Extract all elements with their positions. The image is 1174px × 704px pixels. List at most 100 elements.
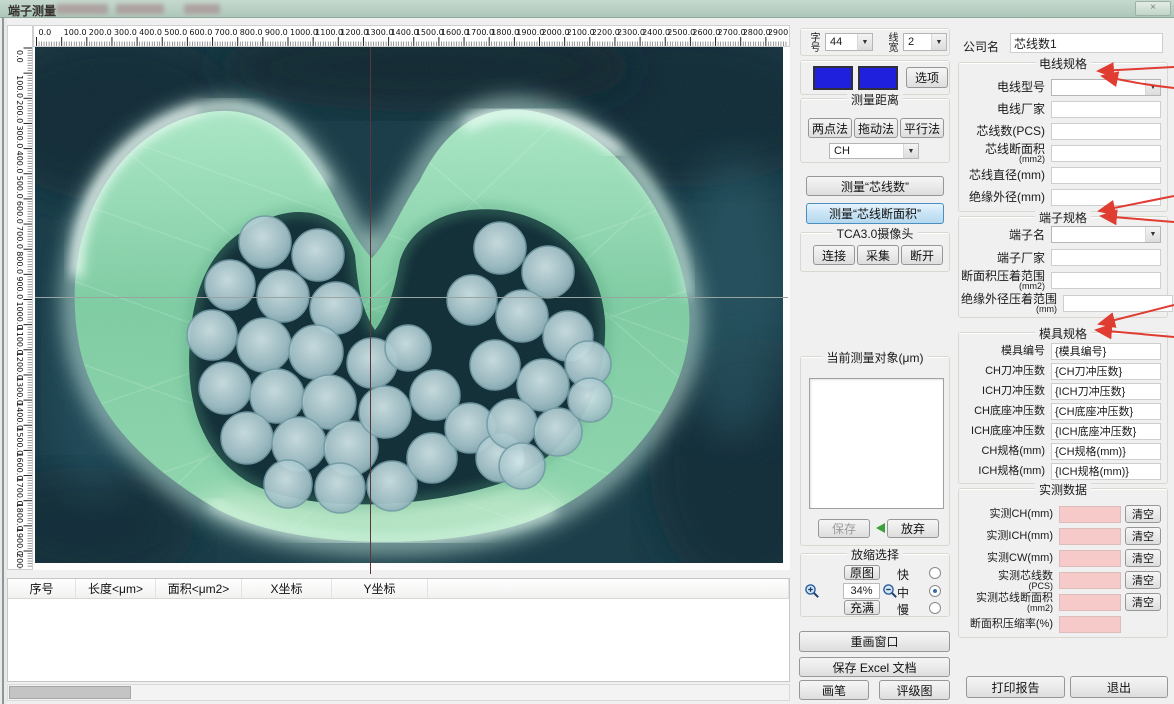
fit-window-button[interactable]: 充满 — [844, 600, 880, 615]
exit-button[interactable]: 退出 — [1070, 676, 1168, 698]
field-input[interactable] — [1051, 272, 1162, 289]
field-label: 实测芯线数 (PCS) — [998, 569, 1053, 591]
title-bar: 端子测量 × — [0, 0, 1174, 18]
measured-value-field[interactable] — [1059, 527, 1121, 545]
print-report-button[interactable]: 打印报告 — [966, 676, 1065, 698]
field-row: 断面积压缩率(%) — [961, 613, 1165, 635]
company-input[interactable]: 芯线数1 — [1010, 33, 1163, 53]
field-row: 芯线直径(mm) — [961, 164, 1165, 186]
svg-text:400.0: 400.0 — [139, 28, 162, 37]
pen-button[interactable]: 画笔 — [799, 680, 869, 700]
save-excel-button[interactable]: 保存 Excel 文档 — [799, 657, 950, 677]
text-color-swatch[interactable] — [858, 66, 898, 90]
field-label: 电线型号 — [996, 80, 1045, 94]
svg-text:1000.0: 1000.0 — [15, 302, 24, 330]
crosshair-horizontal-line — [35, 297, 788, 298]
clear-button[interactable]: 清空 — [1125, 593, 1161, 611]
measure-distance-title: 测量距离 — [846, 91, 904, 108]
current-measure-listbox[interactable] — [809, 378, 944, 509]
svg-text:1100.0: 1100.0 — [315, 28, 343, 37]
table-body[interactable] — [8, 599, 789, 681]
field-input[interactable] — [1051, 100, 1161, 118]
field-label: 实测CW(mm) — [987, 552, 1053, 564]
svg-text:1600.0: 1600.0 — [441, 28, 469, 37]
field-row: 实测CW(mm) 清空 — [961, 547, 1165, 569]
measured-value-field[interactable] — [1059, 615, 1121, 633]
microscope-image-canvas[interactable] — [33, 47, 790, 570]
field-input[interactable] — [1051, 144, 1161, 162]
field-combo[interactable]: ▼ — [1051, 226, 1161, 243]
field-input[interactable] — [1051, 166, 1161, 184]
field-input[interactable] — [1063, 295, 1174, 312]
measured-data-group: 实测数据 实测CH(mm) 清空 实测ICH(mm) 清空 实测CW(mm) 清空 实测芯线… — [958, 481, 1168, 638]
zoom-out-icon[interactable] — [882, 583, 898, 599]
line-color-swatch[interactable] — [813, 66, 853, 90]
field-input[interactable] — [1051, 122, 1161, 140]
wire-spec-title: 电线规格 — [1034, 55, 1092, 72]
camera-capture-button[interactable]: 采集 — [857, 245, 899, 265]
discard-measure-button[interactable]: 放弃 — [887, 519, 939, 538]
field-input[interactable]: {ICH刀冲压数} — [1051, 382, 1161, 400]
original-size-button[interactable]: 原图 — [844, 565, 880, 580]
field-input[interactable]: {模具编号} — [1051, 342, 1161, 360]
field-input[interactable]: {CH底座冲压数} — [1051, 402, 1161, 420]
zoom-select-group: 放缩选择 原图 快 34% 中 充满 慢 — [800, 546, 950, 617]
distance-mode-combo[interactable]: CH ▼ — [829, 143, 919, 159]
field-combo[interactable]: ▼ — [1051, 78, 1161, 96]
field-input[interactable]: {ICH底座冲压数} — [1051, 422, 1161, 440]
speed-slow-label: 慢 — [897, 603, 910, 617]
horizontal-scrollbar[interactable] — [7, 684, 790, 701]
clear-button[interactable]: 清空 — [1125, 571, 1161, 589]
font-size-combo[interactable]: 44 ▼ — [825, 33, 873, 51]
measured-value-field[interactable] — [1059, 571, 1121, 589]
svg-text:500.0: 500.0 — [164, 28, 187, 37]
save-measure-button[interactable]: 保存 — [818, 519, 870, 538]
field-row: CH规格(mm) {CH规格(mm)} — [961, 441, 1165, 461]
scrollbar-thumb[interactable] — [9, 686, 131, 699]
measure-core-area-button[interactable]: 测量“芯线断面积” — [806, 203, 944, 224]
field-input[interactable]: {CH规格(mm)} — [1051, 442, 1161, 460]
drag-method-button[interactable]: 拖动法 — [854, 118, 898, 138]
horizontal-ruler: 0.0 100.0 200.0 300.0 400.0 500.0 600.0 700.0 80… — [33, 25, 790, 47]
close-button[interactable]: × — [1135, 1, 1171, 16]
field-row: 实测CH(mm) 清空 — [961, 503, 1165, 525]
speed-slow-radio[interactable] — [929, 602, 941, 614]
measure-core-count-button[interactable]: 测量“芯线数” — [806, 176, 944, 196]
table-column-header[interactable]: 序号 — [8, 579, 76, 598]
table-column-header[interactable]: X坐标 — [242, 579, 332, 598]
svg-text:1200.0: 1200.0 — [340, 28, 368, 37]
svg-text:1800.0: 1800.0 — [15, 503, 24, 531]
measured-value-field[interactable] — [1059, 505, 1121, 523]
clear-button[interactable]: 清空 — [1125, 505, 1161, 523]
table-header-row: 序号 长度<μm> 面积<μm2> X坐标 Y坐标 — [8, 579, 789, 599]
field-input[interactable]: {CH刀冲压数} — [1051, 362, 1161, 380]
table-column-header[interactable]: Y坐标 — [332, 579, 428, 598]
grade-chart-button[interactable]: 评级图 — [879, 680, 950, 700]
camera-connect-button[interactable]: 连接 — [813, 245, 855, 265]
zoom-select-title: 放缩选择 — [846, 546, 904, 563]
table-column-header[interactable]: 长度<μm> — [76, 579, 156, 598]
line-width-combo[interactable]: 2 ▼ — [903, 33, 947, 51]
speed-fast-radio[interactable] — [929, 567, 941, 579]
table-column-header[interactable]: 面积<μm2> — [156, 579, 242, 598]
svg-text:500.0: 500.0 — [15, 176, 24, 199]
field-input[interactable] — [1051, 249, 1161, 266]
measured-value-field[interactable] — [1059, 549, 1121, 567]
svg-text:1400.0: 1400.0 — [15, 402, 24, 430]
redraw-window-button[interactable]: 重画窗口 — [799, 631, 950, 652]
svg-text:1800.0: 1800.0 — [491, 28, 519, 37]
wire-crimp-cross-section-image — [35, 47, 783, 563]
camera-disconnect-button[interactable]: 断开 — [901, 245, 943, 265]
zoom-in-icon[interactable] — [804, 583, 820, 599]
svg-text:300.0: 300.0 — [114, 28, 137, 37]
field-input[interactable] — [1051, 188, 1161, 206]
measured-value-field[interactable] — [1059, 593, 1121, 611]
field-input[interactable]: {ICH规格(mm)} — [1051, 462, 1161, 480]
redacted-text — [116, 4, 164, 14]
clear-button[interactable]: 清空 — [1125, 549, 1161, 567]
speed-medium-radio[interactable] — [929, 585, 941, 597]
options-button[interactable]: 选项 — [906, 67, 948, 88]
two-point-method-button[interactable]: 两点法 — [808, 118, 852, 138]
clear-button[interactable]: 清空 — [1125, 527, 1161, 545]
parallel-method-button[interactable]: 平行法 — [900, 118, 944, 138]
